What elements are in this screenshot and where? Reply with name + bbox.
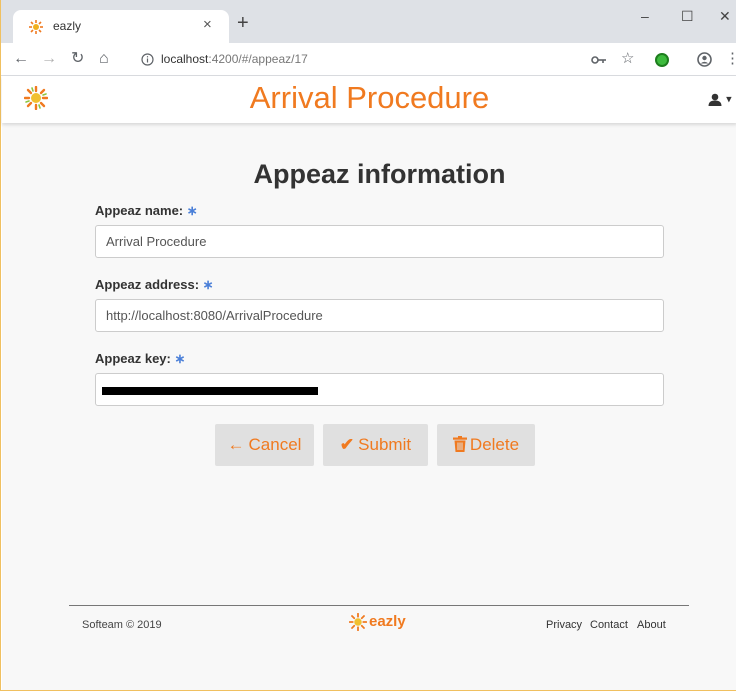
appeaz-address-input[interactable]: http://localhost:8080/ArrivalProcedure (95, 299, 664, 332)
delete-label: Delete (469, 435, 520, 454)
appeaz-address-label-text: Appeaz address: (95, 277, 200, 292)
reload-icon[interactable]: ↻ (71, 50, 84, 68)
close-window-icon[interactable]: ✕ (719, 8, 731, 25)
tab-title: eazly (53, 19, 82, 33)
minimize-icon[interactable]: – (641, 8, 649, 24)
submit-button[interactable]: ✔ Submit (323, 424, 428, 466)
info-icon[interactable] (141, 53, 154, 66)
trash-icon (452, 436, 467, 452)
required-icon: ∗ (174, 351, 186, 366)
appeaz-address-label: Appeaz address: ∗ (95, 277, 214, 293)
browser-toolbar: ← → ↻ ⌂ localhost:4200/#/appeaz/17 ☆ ⋮ (1, 43, 736, 76)
appeaz-name-input[interactable]: Arrival Procedure (95, 225, 664, 258)
submit-label: Submit (358, 435, 412, 454)
footer-copyright: Softeam © 2019 (82, 619, 162, 631)
tab-strip: eazly × + – ☐ ✕ (1, 0, 736, 43)
cancel-button[interactable]: ← Cancel (215, 424, 314, 466)
app-title: Arrival Procedure (249, 80, 490, 115)
url-path: :4200/#/appeaz/17 (208, 52, 308, 66)
menu-icon[interactable]: ⋮ (725, 50, 736, 68)
key-icon[interactable] (591, 55, 607, 65)
redaction-bar (102, 387, 318, 395)
footer-link-about[interactable]: About (637, 619, 666, 631)
tab-close-icon[interactable]: × (203, 16, 212, 33)
footer-link-contact[interactable]: Contact (590, 619, 628, 631)
appeaz-key-label-text: Appeaz key: (95, 351, 171, 366)
chevron-down-icon: ▾ (726, 93, 732, 106)
browser-tab[interactable]: eazly × (13, 10, 229, 43)
appeaz-key-label: Appeaz key: ∗ (95, 351, 185, 367)
footer-brand[interactable]: eazly (349, 613, 406, 632)
app-navbar: Arrival Procedure ▾ (2, 76, 736, 123)
eazly-logo-icon (349, 613, 367, 632)
url-host: localhost (161, 52, 209, 66)
maximize-icon[interactable]: ☐ (681, 8, 694, 25)
extension-icon[interactable] (655, 53, 669, 67)
forward-icon[interactable]: → (41, 50, 57, 68)
footer-link-privacy[interactable]: Privacy (546, 619, 582, 631)
arrow-left-icon: ← (227, 435, 245, 454)
star-icon[interactable]: ☆ (621, 50, 634, 68)
address-bar[interactable]: localhost:4200/#/appeaz/17 (161, 52, 308, 66)
required-icon: ∗ (186, 203, 198, 218)
footer-divider (69, 605, 689, 606)
page-title: Appeaz information (253, 159, 506, 189)
eazly-favicon-icon (29, 20, 43, 34)
appeaz-name-label: Appeaz name: ∗ (95, 203, 198, 219)
back-icon[interactable]: ← (13, 50, 29, 68)
user-menu[interactable]: ▾ (708, 90, 732, 107)
check-icon: ✔ (339, 435, 355, 454)
user-icon (708, 93, 722, 106)
new-tab-icon[interactable]: + (237, 13, 249, 33)
home-icon[interactable]: ⌂ (99, 50, 109, 68)
appeaz-key-input[interactable] (95, 373, 664, 406)
appeaz-name-label-text: Appeaz name: (95, 203, 184, 218)
delete-button[interactable]: Delete (437, 424, 535, 466)
required-icon: ∗ (202, 277, 214, 292)
footer-brand-text: eazly (369, 613, 406, 630)
account-icon[interactable] (697, 52, 712, 67)
main-content: Appeaz information Appeaz name: ∗ Arriva… (2, 123, 736, 690)
browser-window: eazly × + – ☐ ✕ ← → ↻ ⌂ localhost:4200/#… (0, 0, 736, 691)
cancel-label: Cancel (248, 435, 302, 454)
